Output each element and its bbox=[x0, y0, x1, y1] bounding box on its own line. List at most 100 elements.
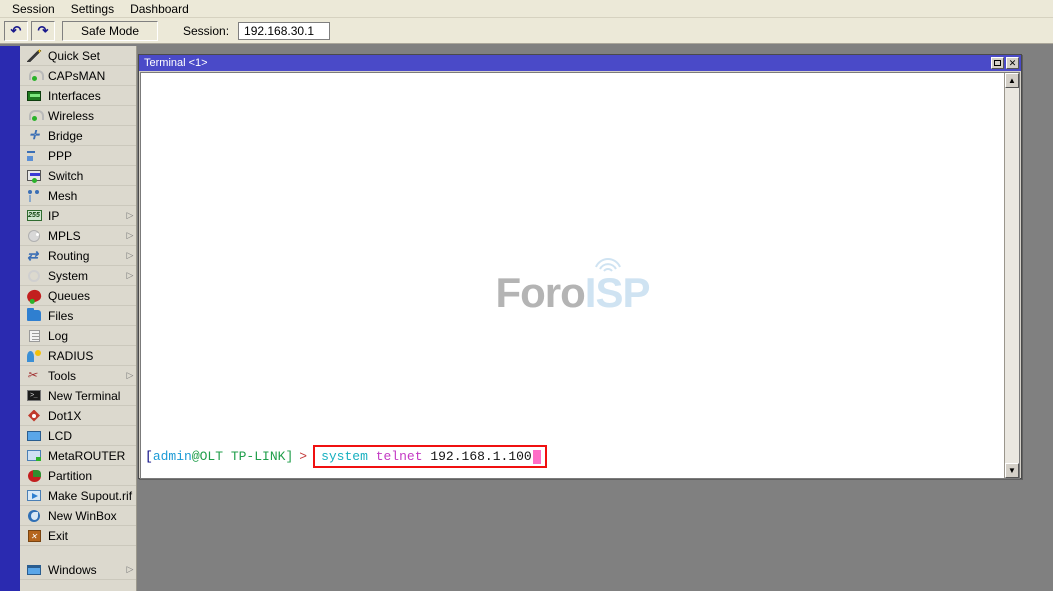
sidebar-item-label: Windows bbox=[48, 562, 97, 577]
terminal-scrollbar[interactable]: ▲ ▼ bbox=[1004, 73, 1019, 478]
command-highlight-box[interactable]: system telnet 192.168.1.100 bbox=[313, 445, 547, 468]
sidebar-item-ppp[interactable]: PPP bbox=[20, 146, 136, 166]
sidebar-item-files[interactable]: Files bbox=[20, 306, 136, 326]
sidebar-menu: Quick Set CAPsMAN Interfaces Wireless ✛ … bbox=[20, 46, 137, 591]
sidebar-item-tools[interactable]: ✂ Tools ▷ bbox=[20, 366, 136, 386]
sidebar-separator bbox=[20, 546, 136, 560]
menu-session[interactable]: Session bbox=[4, 1, 63, 17]
dot1x-icon bbox=[26, 409, 42, 423]
sidebar-item-mesh[interactable]: Mesh bbox=[20, 186, 136, 206]
supout-icon bbox=[26, 489, 42, 503]
sidebar-item-exit[interactable]: Exit bbox=[20, 526, 136, 546]
terminal-title-bar[interactable]: Terminal <1> ✕ bbox=[139, 55, 1021, 71]
prompt-bracket: [ bbox=[145, 449, 153, 464]
watermark-isp-label: ISP bbox=[584, 269, 651, 316]
routing-icon: ⇄ bbox=[27, 247, 38, 263]
folder-icon bbox=[26, 308, 42, 323]
undo-icon[interactable]: ↶ bbox=[4, 20, 28, 41]
sidebar-item-quick-set[interactable]: Quick Set bbox=[20, 46, 136, 66]
sidebar-item-label: Make Supout.rif bbox=[48, 488, 133, 503]
sidebar-item-label: Exit bbox=[48, 528, 69, 543]
wifi-arcs-icon bbox=[594, 258, 621, 272]
winbox-vertical-strip: WinBox bbox=[0, 46, 20, 591]
wand-icon bbox=[26, 49, 42, 63]
network-card-icon bbox=[26, 89, 42, 103]
sidebar-item-label: Switch bbox=[48, 168, 84, 183]
sidebar-item-bridge[interactable]: ✛ Bridge bbox=[20, 126, 136, 146]
sidebar-item-new-terminal[interactable]: New Terminal bbox=[20, 386, 136, 406]
sidebar-item-label: Dot1X bbox=[48, 408, 82, 423]
sidebar-item-partition[interactable]: Partition bbox=[20, 466, 136, 486]
metarouter-icon bbox=[26, 449, 42, 463]
sidebar-item-capsman[interactable]: CAPsMAN bbox=[20, 66, 136, 86]
sidebar-item-windows[interactable]: Windows ▷ bbox=[20, 560, 136, 580]
sidebar-item-label: Queues bbox=[48, 288, 91, 303]
sidebar-item-wireless[interactable]: Wireless bbox=[20, 106, 136, 126]
menu-dashboard[interactable]: Dashboard bbox=[122, 1, 197, 17]
sidebar-item-mpls[interactable]: MPLS ▷ bbox=[20, 226, 136, 246]
toolbar: ↶ ↷ Safe Mode Session: 192.168.30.1 bbox=[0, 18, 1053, 44]
command-word-system: system bbox=[321, 449, 368, 464]
scroll-down-icon[interactable]: ▼ bbox=[1005, 463, 1019, 478]
ppp-icon bbox=[26, 149, 42, 163]
terminal-output-area[interactable]: Foro ISP [admin @OLT TP-LINK] > system t… bbox=[141, 73, 1004, 478]
submenu-arrow: ▷ bbox=[126, 370, 134, 380]
sidebar-item-radius[interactable]: RADIUS bbox=[20, 346, 136, 366]
sidebar-item-system[interactable]: System ▷ bbox=[20, 266, 136, 286]
sidebar-item-label: IP bbox=[48, 208, 60, 223]
bridge-icon: ✛ bbox=[28, 127, 40, 142]
sidebar-item-label: LCD bbox=[48, 428, 73, 443]
watermark-foro-text: Foro bbox=[495, 269, 585, 316]
prompt-username: admin bbox=[152, 449, 192, 464]
submenu-arrow: ▷ bbox=[126, 270, 134, 280]
winbox-window: Session Settings Dashboard ↶ ↷ Safe Mode… bbox=[0, 0, 1053, 591]
terminal-prompt-line: [admin @OLT TP-LINK] > system telnet 192.… bbox=[145, 445, 547, 468]
sidebar-item-label: RADIUS bbox=[48, 348, 94, 363]
sidebar-item-label: Tools bbox=[48, 368, 77, 383]
log-icon bbox=[26, 329, 42, 343]
foroisp-watermark: Foro ISP bbox=[495, 258, 651, 317]
mpls-icon bbox=[26, 229, 42, 243]
text-cursor bbox=[532, 449, 541, 464]
sidebar-item-log[interactable]: Log bbox=[20, 326, 136, 346]
maximize-icon[interactable] bbox=[991, 57, 1004, 69]
access-point-icon bbox=[26, 109, 44, 123]
sidebar-item-ip[interactable]: 255 IP ▷ bbox=[20, 206, 136, 226]
scroll-up-icon[interactable]: ▲ bbox=[1005, 73, 1019, 88]
terminal-title-label: Terminal <1> bbox=[144, 57, 208, 69]
terminal-icon bbox=[26, 389, 42, 403]
partition-icon bbox=[26, 469, 42, 483]
sidebar-item-make-supout[interactable]: Make Supout.rif bbox=[20, 486, 136, 506]
queues-icon bbox=[25, 287, 43, 304]
sidebar-item-label: PPP bbox=[48, 148, 73, 163]
sidebar-item-routing[interactable]: ⇄ Routing ▷ bbox=[20, 246, 136, 266]
sidebar-item-label: New Terminal bbox=[48, 388, 121, 403]
sidebar-item-new-winbox[interactable]: New WinBox bbox=[20, 506, 136, 526]
prompt-hostname: @OLT TP-LINK] bbox=[191, 449, 294, 464]
session-address-field[interactable]: 192.168.30.1 bbox=[238, 21, 331, 40]
sidebar-item-metarouter[interactable]: MetaROUTER bbox=[20, 446, 136, 466]
sidebar-item-label: CAPsMAN bbox=[48, 68, 106, 83]
sidebar-item-lcd[interactable]: LCD bbox=[20, 426, 136, 446]
sidebar-item-label: Interfaces bbox=[48, 88, 101, 103]
switch-icon bbox=[26, 169, 42, 183]
sidebar-item-switch[interactable]: Switch bbox=[20, 166, 136, 186]
submenu-arrow: ▷ bbox=[126, 210, 134, 220]
terminal-window: Terminal <1> ✕ Foro ISP [admin @OLT TP-… bbox=[138, 54, 1022, 479]
access-point-icon bbox=[26, 69, 44, 83]
menu-bar: Session Settings Dashboard bbox=[0, 0, 1053, 18]
sidebar-item-label: Files bbox=[48, 308, 74, 323]
menu-settings[interactable]: Settings bbox=[63, 1, 122, 17]
redo-icon[interactable]: ↷ bbox=[31, 20, 55, 41]
sidebar-item-label: Bridge bbox=[48, 128, 83, 143]
sidebar-item-queues[interactable]: Queues bbox=[20, 286, 136, 306]
sidebar-item-interfaces[interactable]: Interfaces bbox=[20, 86, 136, 106]
sidebar-item-label: New WinBox bbox=[48, 508, 117, 523]
sidebar-item-dot1x[interactable]: Dot1X bbox=[20, 406, 136, 426]
safe-mode-button[interactable]: Safe Mode bbox=[62, 20, 158, 41]
scrollbar-track[interactable] bbox=[1005, 88, 1019, 463]
winbox-icon bbox=[26, 509, 42, 523]
submenu-arrow: ▷ bbox=[126, 564, 134, 574]
radius-user-icon bbox=[26, 349, 42, 363]
close-icon[interactable]: ✕ bbox=[1006, 57, 1019, 69]
